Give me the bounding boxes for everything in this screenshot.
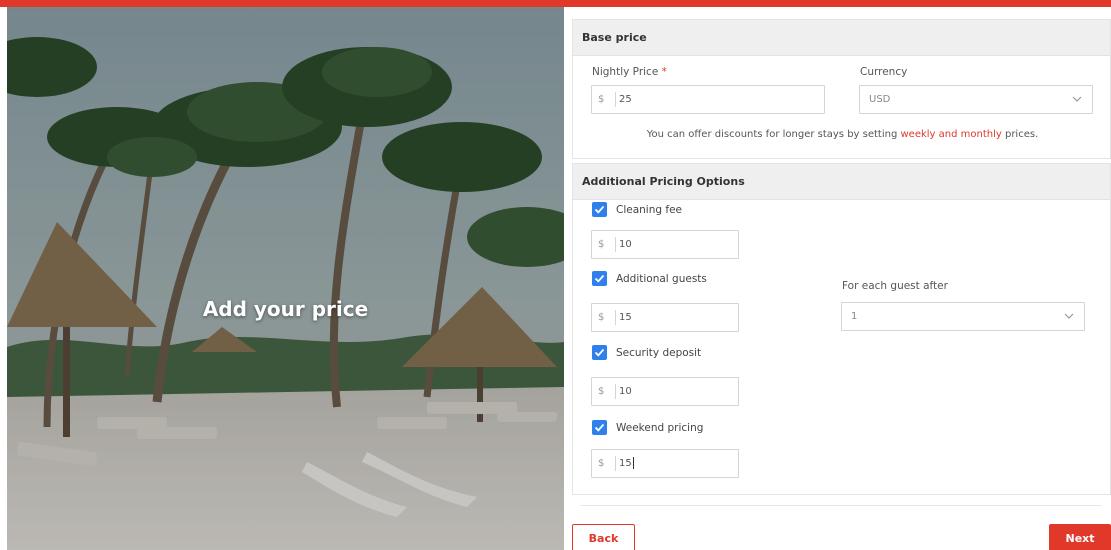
weekend-pricing-value: 15 bbox=[619, 450, 634, 477]
base-price-header: Base price bbox=[573, 20, 1110, 56]
chevron-down-icon bbox=[1072, 96, 1082, 102]
guest-after-label: For each guest after bbox=[842, 280, 948, 292]
next-button[interactable]: Next bbox=[1049, 524, 1111, 550]
discount-note: You can offer discounts for longer stays… bbox=[573, 129, 1111, 140]
chevron-down-icon bbox=[1064, 313, 1074, 319]
nightly-price-input[interactable]: $ 25 bbox=[591, 85, 825, 114]
weekend-pricing-input[interactable]: $ 15 bbox=[591, 449, 739, 478]
check-icon bbox=[594, 348, 605, 357]
dollar-prefix: $ bbox=[598, 86, 616, 113]
security-deposit-checkbox[interactable] bbox=[592, 345, 607, 360]
currency-value: USD bbox=[869, 94, 891, 105]
cleaning-fee-checkbox[interactable] bbox=[592, 202, 607, 217]
top-accent-bar bbox=[0, 0, 1111, 7]
dollar-prefix: $ bbox=[598, 450, 616, 477]
nightly-price-value: 25 bbox=[619, 94, 632, 105]
additional-guests-option[interactable]: Additional guests bbox=[592, 271, 707, 286]
weekly-monthly-link[interactable]: weekly and monthly bbox=[901, 129, 1002, 140]
nightly-price-label: Nightly Price * bbox=[592, 66, 667, 78]
weekend-pricing-value-text: 15 bbox=[619, 458, 632, 469]
security-deposit-value: 10 bbox=[619, 386, 632, 397]
cleaning-fee-option[interactable]: Cleaning fee bbox=[592, 202, 682, 217]
beach-illustration bbox=[7, 7, 564, 550]
discount-note-end: prices. bbox=[1001, 129, 1039, 140]
base-price-card: Base price Nightly Price * $ 25 Currency… bbox=[572, 19, 1111, 159]
guest-after-value: 1 bbox=[851, 311, 858, 322]
cleaning-fee-input[interactable]: $ 10 bbox=[591, 230, 739, 259]
weekend-pricing-label: Weekend pricing bbox=[616, 421, 704, 434]
weekend-pricing-option[interactable]: Weekend pricing bbox=[592, 420, 703, 435]
required-marker: * bbox=[661, 66, 667, 78]
check-icon bbox=[594, 205, 605, 214]
text-cursor bbox=[632, 457, 634, 469]
security-deposit-input[interactable]: $ 10 bbox=[591, 377, 739, 406]
dollar-prefix: $ bbox=[598, 231, 616, 258]
nightly-price-label-text: Nightly Price bbox=[592, 66, 659, 78]
check-icon bbox=[594, 423, 605, 432]
security-deposit-label: Security deposit bbox=[616, 346, 702, 359]
currency-select[interactable]: USD bbox=[859, 85, 1093, 114]
currency-label: Currency bbox=[860, 66, 908, 78]
additional-guests-label: Additional guests bbox=[616, 272, 707, 285]
discount-note-text: You can offer discounts for longer stays… bbox=[646, 129, 901, 140]
guest-after-select[interactable]: 1 bbox=[841, 302, 1085, 331]
additional-pricing-card: Additional Pricing Options Cleaning fee … bbox=[572, 163, 1111, 495]
back-button[interactable]: Back bbox=[572, 524, 635, 550]
hero-title: Add your price bbox=[202, 297, 369, 321]
check-icon bbox=[594, 274, 605, 283]
hero-image: Add your price bbox=[7, 7, 564, 550]
additional-guests-checkbox[interactable] bbox=[592, 271, 607, 286]
security-deposit-option[interactable]: Security deposit bbox=[592, 345, 701, 360]
cleaning-fee-value: 10 bbox=[619, 239, 632, 250]
additional-guests-input[interactable]: $ 15 bbox=[591, 303, 739, 332]
dollar-prefix: $ bbox=[598, 304, 616, 331]
footer-divider bbox=[580, 505, 1102, 506]
dollar-prefix: $ bbox=[598, 378, 616, 405]
weekend-pricing-checkbox[interactable] bbox=[592, 420, 607, 435]
additional-guests-value: 15 bbox=[619, 312, 632, 323]
cleaning-fee-label: Cleaning fee bbox=[616, 203, 682, 216]
pricing-panel: Base price Nightly Price * $ 25 Currency… bbox=[572, 7, 1111, 550]
additional-pricing-header: Additional Pricing Options bbox=[573, 164, 1110, 200]
